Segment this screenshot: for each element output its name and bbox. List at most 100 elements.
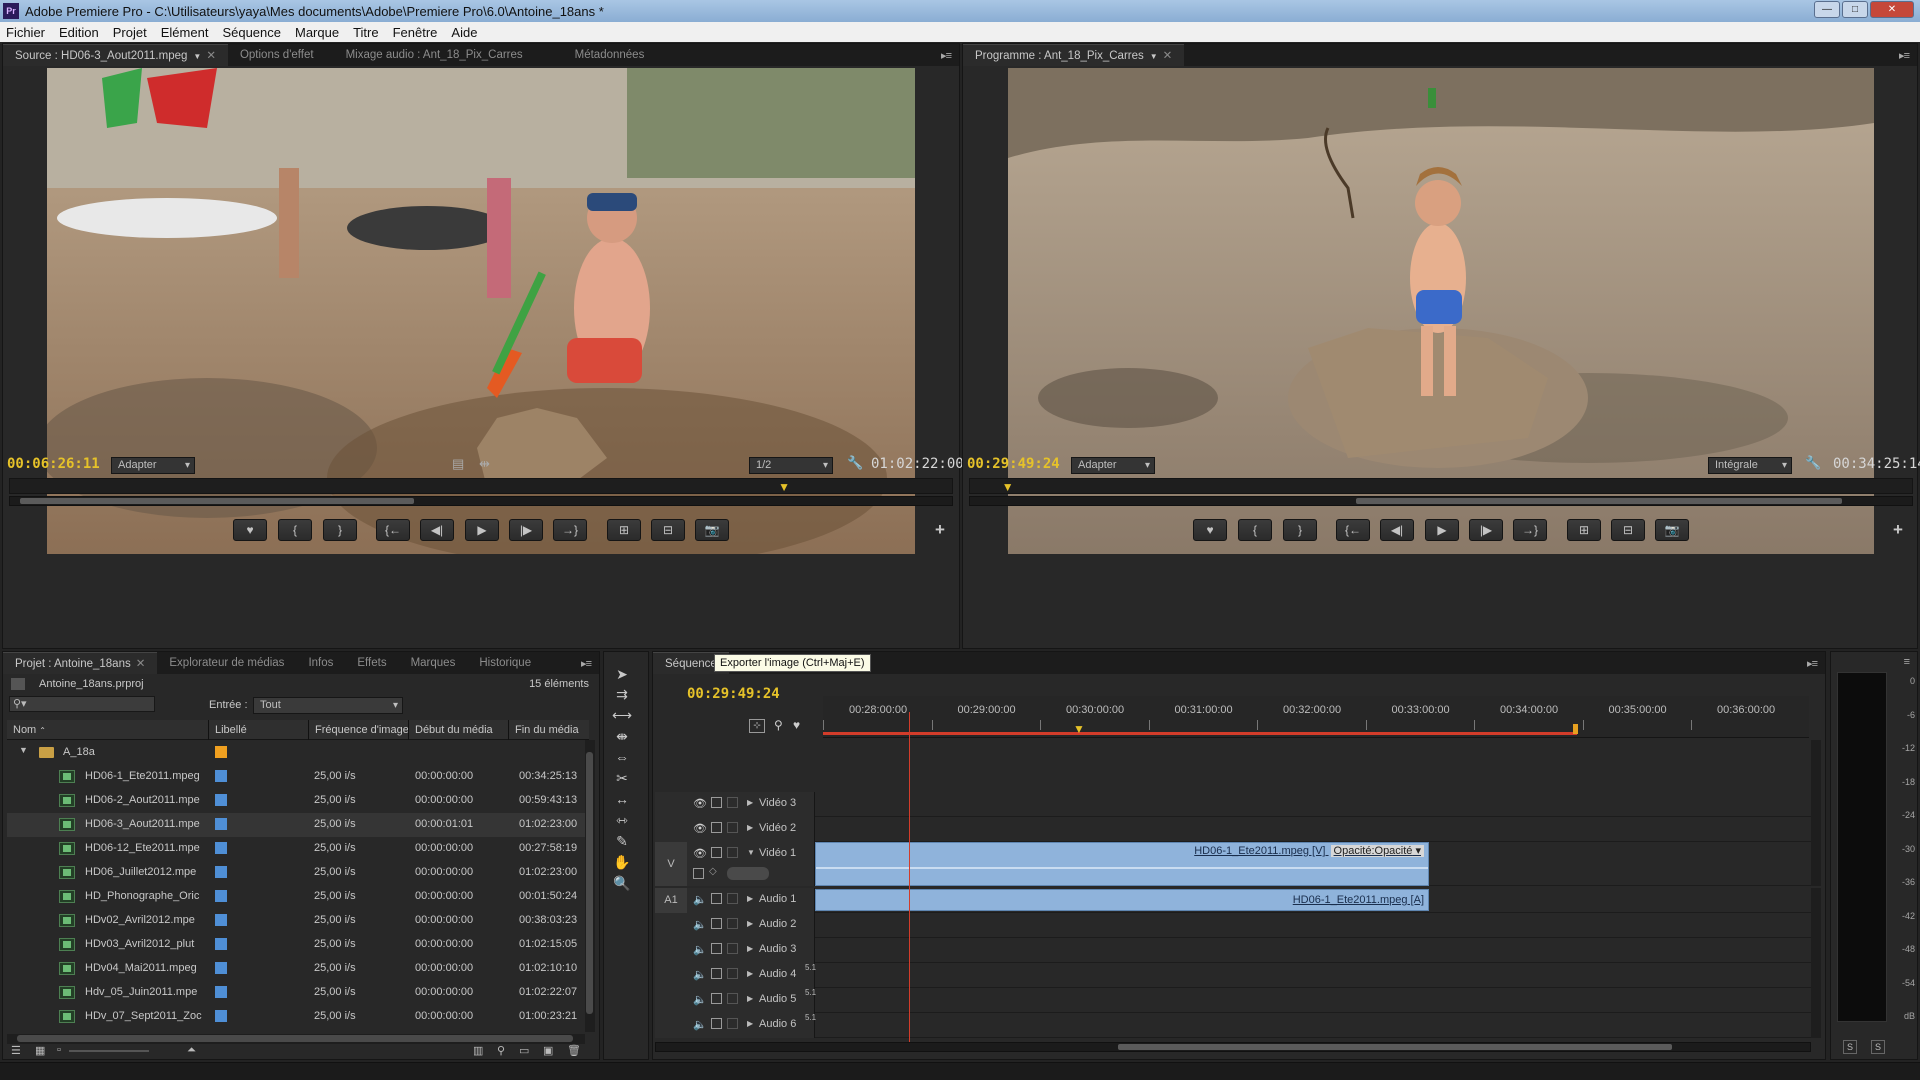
timeline-playhead-handle[interactable]: ▼: [1073, 722, 1085, 736]
lift-button[interactable]: ⊞: [1567, 519, 1601, 541]
sync-lock-icon[interactable]: [711, 918, 722, 929]
video-tracks-scrollbar[interactable]: [1811, 740, 1821, 886]
source-resolution-select[interactable]: 1/2: [749, 457, 833, 474]
close-button[interactable]: ✕: [1870, 1, 1914, 18]
drag-video-icon[interactable]: ⇹: [479, 456, 490, 472]
source-playhead[interactable]: ▼: [778, 480, 790, 494]
tab-media-browser[interactable]: Explorateur de médias: [157, 652, 296, 674]
project-item-row[interactable]: HDv03_Avril2012_plut 25,00 i/s 00:00:00:00…: [7, 933, 589, 957]
minimize-button[interactable]: —: [1814, 1, 1840, 18]
new-bin-icon[interactable]: ▭: [519, 1044, 529, 1057]
video-clip[interactable]: HD06-1_Ete2011.mpeg [V] Opacité:Opacité …: [815, 842, 1429, 886]
add-marker-button[interactable]: ♥: [233, 519, 267, 541]
menu-titre[interactable]: Titre: [353, 25, 379, 40]
go-to-out-button[interactable]: →}: [1513, 519, 1547, 541]
menu-element[interactable]: Elément: [161, 25, 209, 40]
source-current-timecode[interactable]: 00:06:26:11: [7, 456, 100, 472]
chevron-down-icon[interactable]: ▼: [193, 52, 201, 61]
label-swatch[interactable]: [215, 818, 227, 830]
tab-project[interactable]: Projet : Antoine_18ans ✕: [3, 652, 158, 674]
lock-icon[interactable]: [727, 968, 738, 979]
speaker-icon[interactable]: 🔈: [693, 968, 707, 981]
ripple-edit-tool-icon[interactable]: ⟷: [611, 707, 633, 727]
eye-icon[interactable]: 👁: [693, 847, 707, 860]
speaker-icon[interactable]: 🔈: [693, 893, 707, 906]
project-item-row[interactable]: HD_Phonographe_Oric 25,00 i/s 00:00:00:00 0…: [7, 885, 589, 909]
slide-tool-icon[interactable]: ⇿: [611, 812, 633, 832]
scroll-thumb[interactable]: [17, 1035, 573, 1042]
label-swatch[interactable]: [215, 794, 227, 806]
source-fit-select[interactable]: Adapter: [111, 457, 195, 474]
column-frame-rate[interactable]: Fréquence d'image: [309, 720, 409, 740]
panel-menu-icon[interactable]: ▸≡: [1807, 657, 1818, 670]
sync-lock-icon[interactable]: [711, 943, 722, 954]
out-point-marker[interactable]: [1573, 724, 1578, 734]
menu-projet[interactable]: Projet: [113, 25, 147, 40]
column-media-end[interactable]: Fin du média: [509, 720, 589, 740]
icon-view-icon[interactable]: ▦: [35, 1044, 45, 1057]
timeline-zoom-bar[interactable]: [655, 1042, 1811, 1052]
play-button[interactable]: ▶: [1425, 519, 1459, 541]
program-current-timecode[interactable]: 00:29:49:24: [967, 456, 1060, 472]
tab-markers[interactable]: Marques: [399, 652, 468, 674]
selection-tool-icon[interactable]: ➤: [611, 666, 633, 686]
extract-button[interactable]: ⊟: [1611, 519, 1645, 541]
column-name[interactable]: Nom ⌃: [7, 720, 209, 740]
close-icon[interactable]: ✕: [206, 50, 216, 62]
razor-tool-icon[interactable]: ✂: [611, 770, 633, 790]
tab-info[interactable]: Infos: [296, 652, 345, 674]
expand-triangle-icon[interactable]: ▶: [747, 919, 753, 928]
scroll-thumb[interactable]: [586, 752, 593, 1014]
program-time-ruler[interactable]: ▼: [969, 478, 1913, 494]
automate-icon[interactable]: ▥: [473, 1044, 483, 1057]
speaker-icon[interactable]: 🔈: [693, 1018, 707, 1031]
column-label[interactable]: Libellé: [209, 720, 309, 740]
project-item-row[interactable]: HD06-2_Aout2011.mpe 25,00 i/s 00:00:00:00 0…: [7, 789, 589, 813]
folder-row[interactable]: ▼ A_18a: [7, 741, 589, 765]
button-editor-plus-icon[interactable]: +: [935, 520, 945, 540]
expand-triangle-icon[interactable]: ▶: [747, 994, 753, 1003]
audio-clip[interactable]: HD06-1_Ete2011.mpeg [A]: [815, 889, 1429, 911]
close-icon[interactable]: ✕: [136, 658, 146, 670]
zoom-out-icon[interactable]: ▫: [57, 1044, 61, 1056]
expand-triangle-icon[interactable]: ▶: [747, 1019, 753, 1028]
sync-lock-icon[interactable]: [711, 822, 722, 833]
panel-menu-icon[interactable]: ≡: [1904, 656, 1911, 668]
track-select-tool-icon[interactable]: ⇉: [611, 686, 633, 706]
work-area-bar[interactable]: [823, 732, 1577, 735]
export-frame-button[interactable]: 📷: [1655, 519, 1689, 541]
timeline-ruler[interactable]: 00:28:00:00 00:29:00:00 00:30:00:00 00:31:0…: [823, 696, 1809, 738]
sync-lock-icon[interactable]: [711, 847, 722, 858]
menu-fenetre[interactable]: Fenêtre: [393, 25, 438, 40]
program-fit-select[interactable]: Adapter: [1071, 457, 1155, 474]
column-media-start[interactable]: Début du média: [409, 720, 509, 740]
tab-source[interactable]: Source : HD06-3_Aout2011.mpeg ▼ ✕: [3, 44, 228, 66]
menu-aide[interactable]: Aide: [451, 25, 477, 40]
project-horizontal-scrollbar[interactable]: [7, 1034, 585, 1044]
search-input[interactable]: ⚲▾: [9, 696, 155, 712]
eye-icon[interactable]: 👁: [693, 797, 707, 810]
trash-icon[interactable]: 🗑: [567, 1044, 581, 1057]
rolling-edit-tool-icon[interactable]: ⇼: [611, 728, 633, 748]
hand-tool-icon[interactable]: ✋: [611, 854, 633, 874]
tab-effects[interactable]: Effets: [345, 652, 398, 674]
mark-out-button[interactable]: }: [323, 519, 357, 541]
wrench-icon[interactable]: 🔧: [847, 455, 863, 471]
speaker-icon[interactable]: 🔈: [693, 918, 707, 931]
expand-triangle-icon[interactable]: ▶: [747, 944, 753, 953]
add-marker-button[interactable]: ♥: [1193, 519, 1227, 541]
expand-triangle-icon[interactable]: ▶: [747, 969, 753, 978]
tab-effect-options[interactable]: Options d'effet: [228, 44, 326, 66]
expand-triangle-icon[interactable]: ▼: [19, 745, 28, 755]
menu-edition[interactable]: Edition: [59, 25, 99, 40]
label-swatch[interactable]: [215, 962, 227, 974]
source-time-ruler[interactable]: ▼: [9, 478, 953, 494]
label-swatch[interactable]: [215, 914, 227, 926]
project-item-row[interactable]: HDv02_Avril2012.mpe 25,00 i/s 00:00:00:00 0…: [7, 909, 589, 933]
speaker-icon[interactable]: 🔈: [693, 943, 707, 956]
project-item-row[interactable]: Hdv_05_Juin2011.mpe 25,00 i/s 00:00:00:00 0…: [7, 981, 589, 1005]
source-zoom-bar[interactable]: [9, 496, 953, 506]
filmstrip-icon[interactable]: ▤: [452, 456, 464, 472]
go-to-in-button[interactable]: {←: [1336, 519, 1370, 541]
keyframe-nav-icon[interactable]: ◇: [709, 866, 717, 877]
